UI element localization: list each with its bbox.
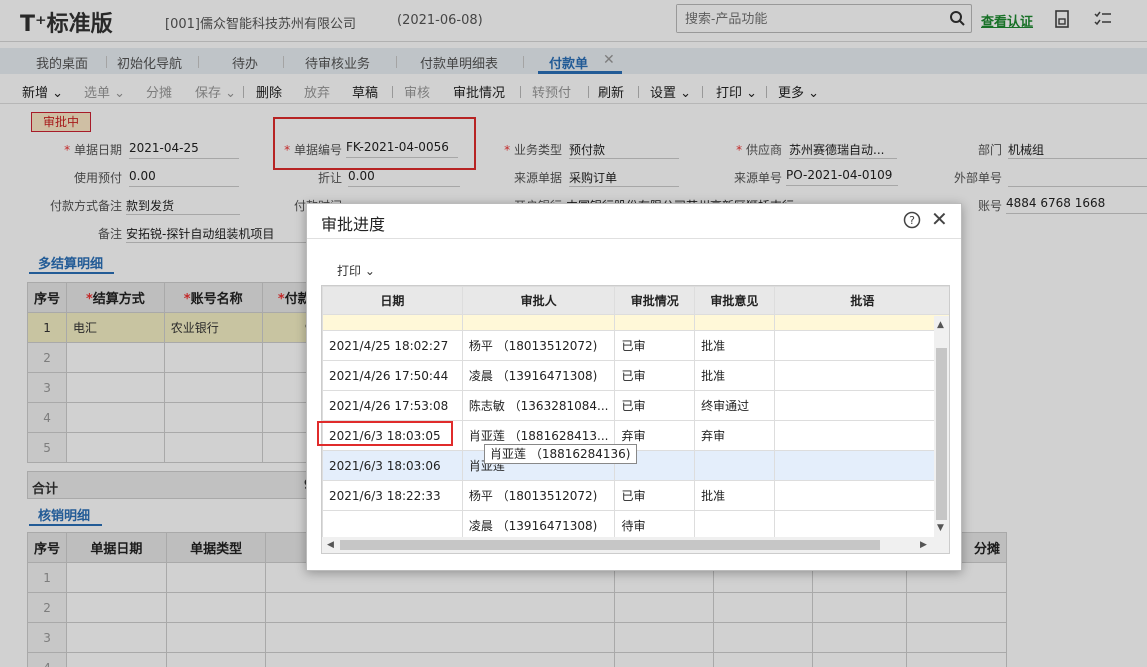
date-cell (322, 510, 463, 541)
scroll-right-icon[interactable]: ▶ (920, 540, 927, 550)
date-cell: 2021/4/26 17:50:44 (322, 360, 463, 391)
status-cell: 已审 (614, 330, 696, 361)
approver-cell: 凌晨 （13916471308) (461, 510, 616, 541)
opinion-cell: 批准 (694, 360, 775, 391)
dialog-print-button[interactable]: 打印 ⌄ (337, 262, 375, 279)
col-header: 批语 (773, 286, 949, 315)
opinion-cell: 终审通过 (694, 390, 775, 421)
opinion-cell (694, 510, 775, 541)
table-row[interactable]: 2021/4/26 17:50:44 凌晨 （13916471308) 已审 批… (322, 360, 949, 391)
svg-text:?: ? (909, 214, 915, 227)
opinion-cell: 弃审 (694, 420, 775, 451)
date-cell: 2021/6/3 18:22:33 (322, 480, 463, 511)
approval-grid: 日期 审批人 审批情况 审批意见 批语 2021/4/25 18:02:27 杨… (321, 285, 950, 554)
horizontal-scrollbar[interactable]: ◀ ▶ (322, 537, 949, 553)
help-icon[interactable]: ? (903, 211, 921, 229)
close-icon[interactable]: ✕ (931, 207, 948, 231)
scroll-left-icon[interactable]: ◀ (327, 540, 334, 550)
approver-cell: 杨平 （18013512072) (461, 330, 616, 361)
comment-cell (773, 420, 949, 451)
dialog-title: 审批进度 (321, 215, 386, 234)
approver-cell: 凌晨 （13916471308) (461, 360, 616, 391)
col-header: 审批情况 (614, 286, 696, 315)
date-cell: 2021/4/25 18:02:27 (322, 330, 463, 361)
comment-cell (773, 330, 949, 361)
divider (307, 238, 961, 239)
col-header: 审批人 (461, 286, 616, 315)
comment-cell (773, 450, 949, 481)
status-cell: 已审 (614, 360, 696, 391)
approval-progress-dialog: 审批进度 ? ✕ 打印 ⌄ 日期 审批人 审批情况 审批意见 批语 2021/4… (306, 203, 962, 571)
opinion-cell: 批准 (694, 330, 775, 361)
scroll-down-icon[interactable]: ▼ (937, 523, 944, 533)
date-cell: 2021/4/26 17:53:08 (322, 390, 463, 421)
comment-cell (773, 510, 949, 541)
vertical-scrollbar[interactable]: ▲ ▼ (934, 316, 949, 537)
comment-cell (773, 360, 949, 391)
comment-cell (773, 480, 949, 511)
table-row[interactable]: 2021/4/26 17:53:08 陈志敏 （1363281084... 已审… (322, 390, 949, 421)
scroll-thumb[interactable] (936, 348, 947, 520)
scroll-thumb[interactable] (340, 540, 880, 550)
col-header: 日期 (322, 286, 463, 315)
table-row[interactable]: 凌晨 （13916471308) 待审 (322, 510, 949, 541)
scroll-up-icon[interactable]: ▲ (937, 320, 944, 330)
highlight-box-date (317, 421, 453, 446)
col-header: 审批意见 (694, 286, 775, 315)
date-cell: 2021/6/3 18:03:06 (322, 450, 463, 481)
opinion-cell (694, 450, 775, 481)
approver-cell: 陈志敏 （1363281084... (461, 390, 616, 421)
table-row[interactable]: 2021/4/25 18:02:27 杨平 （18013512072) 已审 批… (322, 330, 949, 361)
status-cell: 待审 (614, 510, 696, 541)
opinion-cell: 批准 (694, 480, 775, 511)
table-row[interactable]: 2021/6/3 18:22:33 杨平 （18013512072) 已审 批准 (322, 480, 949, 511)
table-row[interactable] (322, 314, 949, 331)
approver-tooltip: 肖亚莲 （18816284136) (484, 444, 637, 464)
comment-cell (773, 390, 949, 421)
status-cell: 已审 (614, 480, 696, 511)
approver-cell: 杨平 （18013512072) (461, 480, 616, 511)
status-cell: 已审 (614, 390, 696, 421)
